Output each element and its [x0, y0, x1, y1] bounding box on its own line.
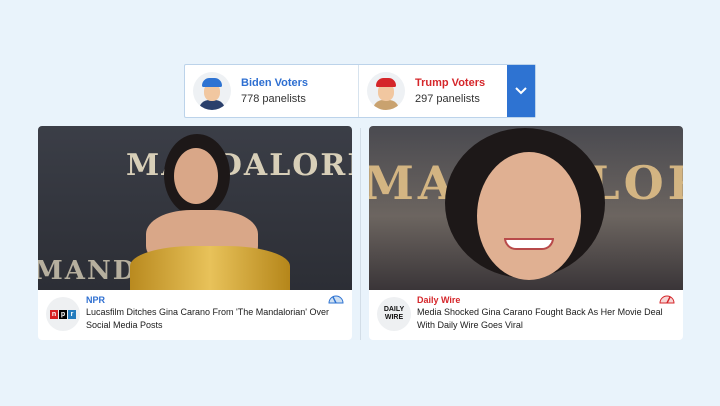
daily-wire-logo: DAILY WIRE [377, 297, 411, 331]
trump-voters-label: Trump Voters [415, 77, 486, 89]
panel-selector[interactable]: Biden Voters 778 panelists Trump Voters … [184, 64, 536, 118]
dropdown-button[interactable] [507, 65, 535, 117]
avatar-body [373, 100, 399, 110]
avatar-body [199, 100, 225, 110]
npr-letter-p: p [59, 309, 67, 319]
source-name[interactable]: NPR [86, 295, 105, 305]
person-face [477, 152, 581, 280]
article-card-daily-wire[interactable]: MANDALORIAN DAILY WIRE Daily Wire Media … [369, 126, 683, 340]
npr-letter-n: n [50, 309, 58, 319]
biden-voters-text: Biden Voters 778 panelists [241, 75, 308, 107]
article-headline[interactable]: Lucasfilm Ditches Gina Carano From 'The … [86, 306, 336, 332]
biden-panelists-count: 778 panelists [241, 93, 306, 105]
article-photo: MANDALORIAN MANDALORIAN [38, 126, 352, 290]
bias-meter-left-icon[interactable] [328, 294, 344, 304]
avatar-cap [202, 78, 222, 87]
gold-dress [130, 246, 290, 290]
trump-voter-avatar [367, 72, 405, 110]
biden-voters-label: Biden Voters [241, 77, 309, 89]
daily-wire-logo-text: DAILY WIRE [383, 306, 405, 321]
card-divider [360, 128, 361, 340]
trump-panelists-count: 297 panelists [415, 93, 480, 105]
source-name[interactable]: Daily Wire [417, 295, 460, 305]
biden-voters-option[interactable]: Biden Voters 778 panelists [185, 65, 359, 117]
person-smile [504, 238, 554, 250]
biden-voter-avatar [193, 72, 231, 110]
bias-meter-right-icon[interactable] [659, 294, 675, 304]
npr-letter-r: r [68, 309, 76, 319]
chevron-down-icon [515, 87, 527, 95]
npr-logo-letters: n p r [50, 309, 76, 319]
article-info: DAILY WIRE Daily Wire Media Shocked Gina… [369, 290, 683, 340]
article-card-npr[interactable]: MANDALORIAN MANDALORIAN n p r NPR Lucasf… [38, 126, 352, 340]
article-info: n p r NPR Lucasfilm Ditches Gina Carano … [38, 290, 352, 340]
trump-voters-text: Trump Voters 297 panelists [415, 75, 485, 107]
trump-voters-option[interactable]: Trump Voters 297 panelists [359, 65, 507, 117]
photo-backdrop-text: MANDALORIAN [126, 148, 352, 183]
person-face [174, 148, 218, 204]
article-photo: MANDALORIAN [369, 126, 683, 290]
article-headline[interactable]: Media Shocked Gina Carano Fought Back As… [417, 306, 667, 332]
avatar-cap [376, 78, 396, 87]
npr-logo: n p r [46, 297, 80, 331]
